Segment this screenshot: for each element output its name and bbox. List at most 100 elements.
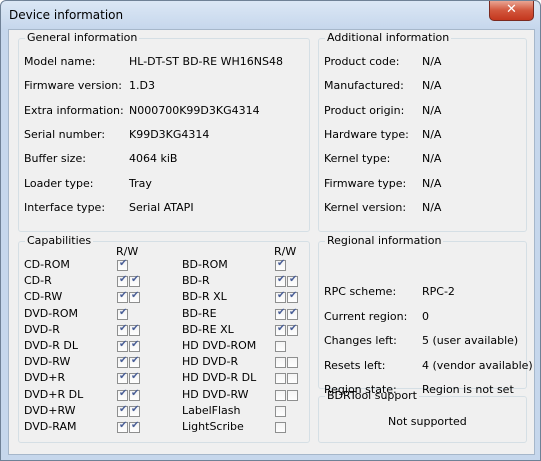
- regional-value: Region is not set: [422, 383, 514, 396]
- general-value: N000700K99D3KG4314: [129, 103, 260, 117]
- read-checkbox[interactable]: [117, 323, 128, 336]
- write-checkbox[interactable]: [287, 373, 298, 385]
- additional-value: N/A: [422, 176, 442, 190]
- additional-label: Manufactured:: [324, 79, 404, 93]
- read-checkbox[interactable]: [117, 290, 128, 304]
- general-label: Loader type:: [24, 176, 94, 190]
- title-bar[interactable]: Device information ✕: [1, 1, 540, 29]
- capability-left-label: DVD+R DL: [24, 387, 84, 401]
- read-checkbox[interactable]: [275, 357, 286, 369]
- regional-value: 4 (vendor available): [422, 358, 533, 372]
- capability-left-label: DVD+RW: [24, 403, 76, 417]
- close-button[interactable]: ✕: [489, 1, 534, 21]
- regional-information-title: Regional information: [325, 234, 444, 248]
- read-checkbox[interactable]: [117, 371, 128, 385]
- capability-right-label: BD-RE XL: [182, 322, 234, 336]
- additional-value: N/A: [422, 152, 442, 166]
- general-label: Model name:: [24, 55, 96, 68]
- read-checkbox[interactable]: [117, 420, 128, 433]
- read-checkbox[interactable]: [117, 258, 128, 271]
- read-checkbox[interactable]: [117, 307, 128, 320]
- capability-left-label: DVD-RW: [24, 355, 71, 369]
- capability-left-label: CD-R: [24, 274, 52, 288]
- additional-label: Firmware type:: [324, 176, 407, 190]
- write-checkbox[interactable]: [287, 307, 298, 320]
- device-information-window: Device information ✕ General information…: [0, 0, 541, 461]
- read-checkbox[interactable]: [275, 323, 286, 336]
- write-checkbox[interactable]: [287, 274, 298, 288]
- capability-right-label: HD DVD-ROM: [182, 339, 257, 352]
- read-checkbox[interactable]: [275, 405, 286, 417]
- write-checkbox[interactable]: [287, 357, 298, 369]
- regional-value: 5 (user available): [422, 334, 519, 347]
- write-checkbox[interactable]: [129, 274, 140, 288]
- general-value: Tray: [129, 176, 152, 190]
- read-checkbox[interactable]: [117, 355, 128, 369]
- capability-right-label: HD DVD-RW: [182, 387, 249, 401]
- additional-label: Hardware type:: [324, 127, 409, 141]
- write-checkbox[interactable]: [287, 290, 298, 304]
- read-checkbox[interactable]: [117, 339, 128, 352]
- read-checkbox[interactable]: [117, 274, 128, 288]
- capability-left-label: DVD-R DL: [24, 339, 78, 352]
- read-checkbox[interactable]: [275, 307, 286, 320]
- general-label: Buffer size:: [24, 152, 86, 166]
- regional-value: 0: [422, 309, 429, 323]
- regional-label: Changes left:: [324, 334, 397, 347]
- regional-label: Region state:: [324, 383, 397, 396]
- capability-right-label: LabelFlash: [182, 403, 241, 417]
- regional-value: RPC-2: [422, 285, 455, 298]
- additional-value: N/A: [422, 127, 442, 141]
- read-checkbox[interactable]: [275, 258, 286, 271]
- bdrtool-support-group: BDRTool support Not supported: [318, 389, 527, 443]
- general-label: Interface type:: [24, 200, 106, 214]
- close-icon: ✕: [506, 2, 517, 17]
- read-checkbox[interactable]: [275, 290, 286, 304]
- capability-right-label: BD-ROM: [182, 258, 228, 271]
- general-value: 4064 kiB: [129, 152, 178, 166]
- read-checkbox[interactable]: [275, 422, 286, 433]
- capability-right-label: HD DVD-R DL: [182, 371, 257, 385]
- rw-header-right: R/W: [274, 245, 297, 258]
- window-title: Device information: [9, 8, 124, 22]
- rw-header-left: R/W: [116, 245, 139, 258]
- write-checkbox[interactable]: [129, 388, 140, 401]
- additional-value: N/A: [422, 103, 442, 117]
- write-checkbox[interactable]: [287, 389, 298, 401]
- bdrtool-status: Not supported: [388, 415, 467, 428]
- regional-label: Resets left:: [324, 358, 386, 372]
- write-checkbox[interactable]: [129, 404, 140, 417]
- read-checkbox[interactable]: [275, 373, 286, 385]
- capability-left-label: CD-ROM: [24, 258, 70, 271]
- additional-label: Kernel version:: [324, 200, 407, 214]
- write-checkbox[interactable]: [129, 371, 140, 385]
- capability-left-label: CD-RW: [24, 290, 63, 304]
- capability-left-label: DVD-ROM: [24, 306, 79, 320]
- additional-value: N/A: [422, 200, 442, 214]
- additional-value: N/A: [422, 55, 442, 68]
- read-checkbox[interactable]: [275, 341, 286, 352]
- read-checkbox[interactable]: [117, 388, 128, 401]
- general-value: HL-DT-ST BD-RE WH16NS48: [129, 55, 283, 68]
- capabilities-title: Capabilities: [25, 234, 94, 248]
- additional-label: Kernel type:: [324, 152, 391, 166]
- dialog-client-area: General information Additional informati…: [8, 29, 535, 455]
- capability-left-label: DVD+R: [24, 371, 66, 385]
- read-checkbox[interactable]: [275, 274, 286, 288]
- additional-information-title: Additional information: [325, 31, 452, 45]
- general-value: Serial ATAPI: [129, 200, 194, 214]
- general-value: K99D3KG4314: [129, 127, 210, 141]
- write-checkbox[interactable]: [129, 339, 140, 352]
- read-checkbox[interactable]: [275, 389, 286, 401]
- capability-right-label: HD DVD-R: [182, 355, 239, 369]
- write-checkbox[interactable]: [129, 355, 140, 369]
- write-checkbox[interactable]: [129, 420, 140, 433]
- capability-left-label: DVD-R: [24, 322, 60, 336]
- write-checkbox[interactable]: [129, 290, 140, 304]
- additional-label: Product origin:: [324, 103, 405, 117]
- general-label: Firmware version:: [24, 79, 122, 93]
- write-checkbox[interactable]: [287, 323, 298, 336]
- additional-value: N/A: [422, 79, 442, 93]
- read-checkbox[interactable]: [117, 404, 128, 417]
- write-checkbox[interactable]: [129, 323, 140, 336]
